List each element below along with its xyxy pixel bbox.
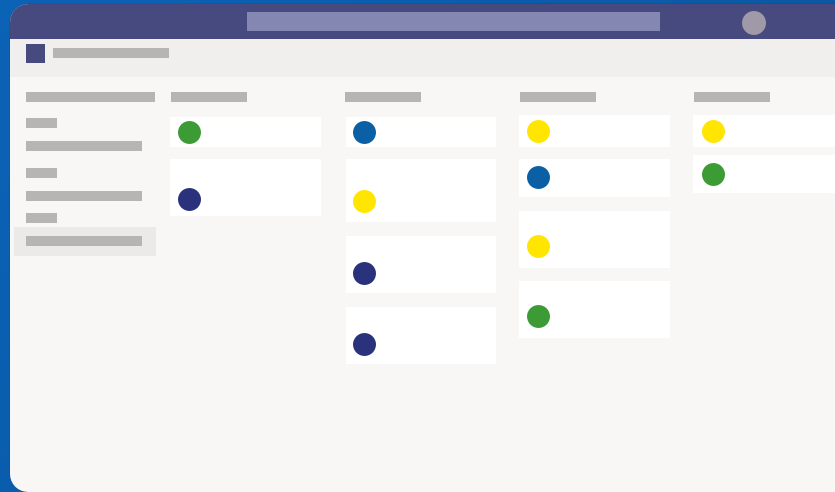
board-card[interactable]	[693, 115, 835, 147]
status-dot-icon	[702, 163, 725, 186]
column-header-4	[694, 92, 770, 102]
status-dot-icon	[178, 188, 201, 211]
status-dot-icon	[178, 121, 201, 144]
sidebar-item-4[interactable]	[26, 191, 142, 201]
sidebar-item-1[interactable]	[26, 118, 57, 128]
sidebar-item-6[interactable]	[26, 236, 142, 246]
sidebar-item-2[interactable]	[26, 141, 142, 151]
status-dot-icon	[702, 120, 725, 143]
title-bar	[10, 4, 835, 39]
status-dot-icon	[527, 305, 550, 328]
status-dot-icon	[353, 262, 376, 285]
status-dot-icon	[527, 120, 550, 143]
search-placeholder	[247, 12, 248, 13]
column-header-2	[345, 92, 421, 102]
status-dot-icon	[353, 190, 376, 213]
board-card[interactable]	[519, 281, 670, 338]
board-card[interactable]	[346, 236, 496, 293]
board-card[interactable]	[519, 115, 670, 147]
board-card[interactable]	[346, 307, 496, 364]
status-dot-icon	[353, 333, 376, 356]
board-card[interactable]	[346, 159, 496, 222]
team-icon[interactable]	[26, 44, 45, 63]
sidebar-item-0[interactable]	[26, 92, 155, 102]
status-dot-icon	[527, 235, 550, 258]
avatar[interactable]	[742, 11, 766, 35]
board-card[interactable]	[170, 117, 321, 147]
sidebar-item-3[interactable]	[26, 168, 57, 178]
search-input[interactable]	[247, 12, 660, 31]
column-header-3	[520, 92, 596, 102]
board-card[interactable]	[346, 117, 496, 147]
page-title	[53, 48, 169, 58]
board-card[interactable]	[170, 159, 321, 216]
app-window	[10, 4, 835, 492]
board-card[interactable]	[693, 155, 835, 193]
channel-header	[10, 39, 835, 77]
board-card[interactable]	[519, 159, 670, 197]
board-card[interactable]	[519, 211, 670, 268]
sidebar-item-5[interactable]	[26, 213, 57, 223]
status-dot-icon	[527, 166, 550, 189]
status-dot-icon	[353, 121, 376, 144]
column-header-1	[171, 92, 247, 102]
